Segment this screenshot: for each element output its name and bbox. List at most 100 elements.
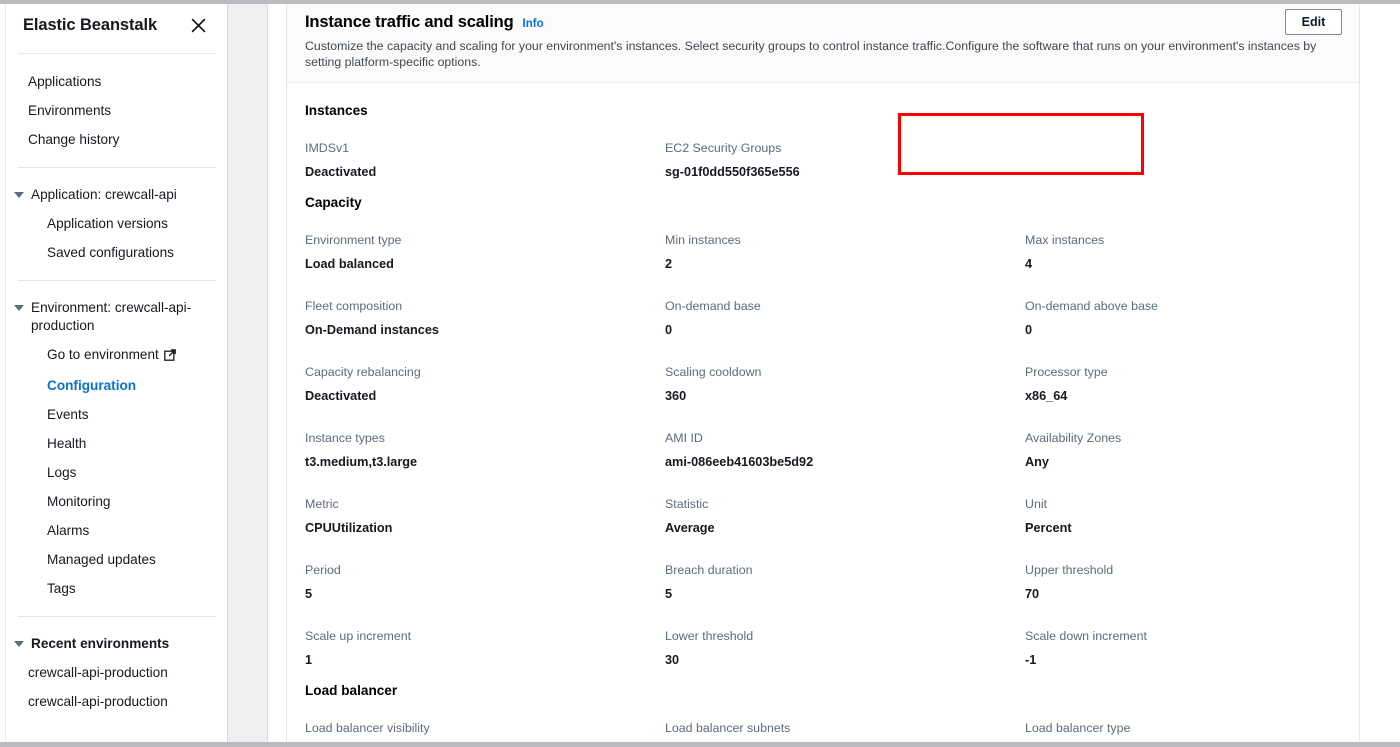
sidebar-item-application-versions[interactable]: Application versions	[6, 209, 227, 238]
sidebar-item-managed-updates[interactable]: Managed updates	[6, 545, 227, 574]
field-value: 0	[1025, 323, 1033, 337]
sidebar-item-logs[interactable]: Logs	[6, 458, 227, 487]
field-ami-id: AMI ID ami-086eeb41603be5d92	[665, 430, 1025, 471]
sidebar-recent-group: Recent environments crewcall-api-product…	[6, 617, 227, 729]
instances-grid: IMDSv1 Deactivated EC2 Security Groups s…	[305, 140, 1341, 181]
field-max-instances: Max instances 4	[1025, 232, 1341, 273]
sidebar-environment-group: Environment: crewcall-api-production Go …	[6, 281, 227, 616]
sidebar: Elastic Beanstalk Applications Environme…	[0, 0, 228, 747]
sidebar-content: Elastic Beanstalk Applications Environme…	[6, 0, 227, 747]
sidebar-group-application-label: Application: crewcall-api	[31, 187, 177, 202]
field-value: 4	[1025, 257, 1033, 271]
field-label: On-demand base	[665, 299, 761, 313]
field-label: Capacity rebalancing	[305, 365, 421, 379]
field-environment-type: Environment type Load balanced	[305, 232, 665, 273]
window-top-bar	[0, 0, 1400, 4]
field-value: 0	[665, 323, 673, 337]
sidebar-item-alarms[interactable]: Alarms	[6, 516, 227, 545]
field-label: Load balancer visibility	[305, 721, 430, 735]
page-title: Instance traffic and scaling	[305, 13, 514, 31]
field-on-demand-base: On-demand base 0	[665, 298, 1025, 339]
sidebar-group-recent-environments[interactable]: Recent environments	[6, 630, 227, 658]
field-value: -1	[1025, 653, 1037, 667]
section-title-instances: Instances	[305, 103, 368, 118]
pane-gutter	[228, 0, 268, 747]
field-value: Deactivated	[305, 165, 377, 179]
field-value: ami-086eeb41603be5d92	[665, 455, 814, 469]
edit-button[interactable]: Edit	[1285, 9, 1342, 35]
sidebar-item-applications[interactable]: Applications	[6, 67, 227, 96]
field-scale-down-increment: Scale down increment -1	[1025, 628, 1341, 669]
field-on-demand-above-base: On-demand above base 0	[1025, 298, 1341, 339]
field-ec2-security-groups: EC2 Security Groups sg-01f0dd550f365e556	[665, 140, 1025, 181]
sidebar-item-saved-configurations[interactable]: Saved configurations	[6, 238, 227, 267]
sidebar-group-environment[interactable]: Environment: crewcall-api-production	[6, 294, 227, 340]
sidebar-group-application[interactable]: Application: crewcall-api	[6, 181, 227, 209]
sidebar-item-environments[interactable]: Environments	[6, 96, 227, 125]
field-label: Load balancer type	[1025, 721, 1131, 735]
field-value: 5	[305, 587, 313, 601]
sidebar-item-go-to-environment-label: Go to environment	[47, 347, 159, 362]
configuration-panel: Instance traffic and scaling Info Custom…	[286, 4, 1360, 742]
sidebar-item-change-history[interactable]: Change history	[6, 125, 227, 154]
main-content: Instance traffic and scaling Info Custom…	[268, 0, 1400, 747]
field-label: Environment type	[305, 233, 402, 247]
field-metric: Metric CPUUtilization	[305, 496, 665, 537]
field-lower-threshold: Lower threshold 30	[665, 628, 1025, 669]
sidebar-top-links: Applications Environments Change history	[6, 54, 227, 167]
sidebar-item-monitoring[interactable]: Monitoring	[6, 487, 227, 516]
field-value: Any	[1025, 455, 1049, 469]
field-breach-duration: Breach duration 5	[665, 562, 1025, 603]
field-value: Average	[665, 521, 715, 535]
panel-description: Customize the capacity and scaling for y…	[305, 39, 1317, 69]
capacity-grid: Environment type Load balanced Min insta…	[305, 232, 1341, 669]
field-instance-types: Instance types t3.medium,t3.large	[305, 430, 665, 471]
panel-header: Instance traffic and scaling Info Custom…	[287, 4, 1359, 83]
field-label: Scale up increment	[305, 629, 412, 643]
field-min-instances: Min instances 2	[665, 232, 1025, 273]
field-scale-up-increment: Scale up increment 1	[305, 628, 665, 669]
field-statistic: Statistic Average	[665, 496, 1025, 537]
field-value: On-Demand instances	[305, 323, 439, 337]
field-capacity-rebalancing: Capacity rebalancing Deactivated	[305, 364, 665, 405]
info-link[interactable]: Info	[523, 18, 544, 30]
field-value: x86_64	[1025, 389, 1068, 403]
sidebar-header: Elastic Beanstalk	[6, 0, 227, 53]
sidebar-item-tags[interactable]: Tags	[6, 574, 227, 603]
sidebar-item-go-to-environment[interactable]: Go to environment	[6, 340, 227, 371]
field-fleet-composition: Fleet composition On-Demand instances	[305, 298, 665, 339]
field-scaling-cooldown: Scaling cooldown 360	[665, 364, 1025, 405]
field-label: AMI ID	[665, 431, 703, 445]
field-label: Processor type	[1025, 365, 1108, 379]
sidebar-item-recent-environment-2[interactable]: crewcall-api-production	[6, 687, 227, 716]
field-value: t3.medium,t3.large	[305, 455, 418, 469]
sidebar-title: Elastic Beanstalk	[23, 16, 158, 34]
close-icon[interactable]	[187, 15, 209, 37]
sidebar-item-recent-environment-1[interactable]: crewcall-api-production	[6, 658, 227, 687]
sidebar-item-events[interactable]: Events	[6, 400, 227, 429]
panel-body: Instances IMDSv1 Deactivated EC2 Securit…	[287, 83, 1359, 742]
field-label: Fleet composition	[305, 299, 403, 313]
field-label: Unit	[1025, 497, 1048, 511]
field-unit: Unit Percent	[1025, 496, 1341, 537]
elastic-beanstalk-console: Elastic Beanstalk Applications Environme…	[0, 0, 1400, 747]
sidebar-item-health[interactable]: Health	[6, 429, 227, 458]
field-value: sg-01f0dd550f365e556	[665, 165, 800, 179]
field-label: EC2 Security Groups	[665, 141, 782, 155]
field-label: Metric	[305, 497, 339, 511]
field-value: 30	[665, 653, 680, 667]
section-title-capacity: Capacity	[305, 195, 362, 210]
field-load-balancer-type: Load balancer type application	[1025, 720, 1341, 742]
field-value: 2	[665, 257, 673, 271]
field-label: Scaling cooldown	[665, 365, 762, 379]
field-availability-zones: Availability Zones Any	[1025, 430, 1341, 471]
field-label: Upper threshold	[1025, 563, 1114, 577]
sidebar-item-configuration[interactable]: Configuration	[6, 371, 227, 400]
field-value: Load balanced	[305, 257, 394, 271]
external-link-icon	[163, 348, 176, 365]
section-title-load-balancer: Load balancer	[305, 683, 398, 698]
field-label: IMDSv1	[305, 141, 350, 155]
chevron-down-icon	[14, 305, 24, 311]
field-label: Lower threshold	[665, 629, 754, 643]
field-label: Scale down increment	[1025, 629, 1147, 643]
